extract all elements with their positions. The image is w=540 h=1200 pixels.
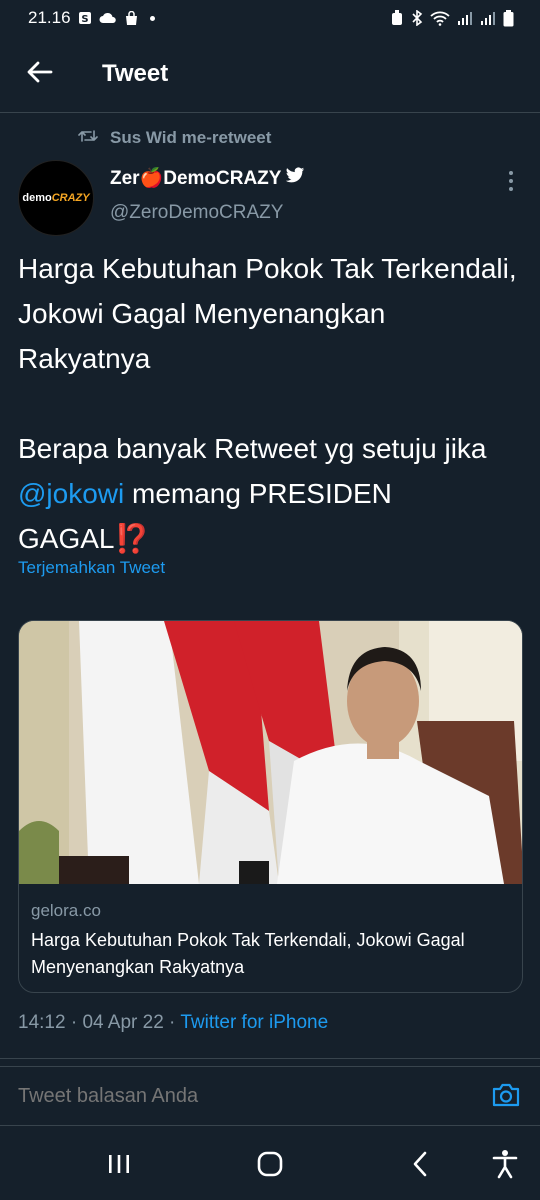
interrobang-emoji: ⁉️ [114,523,150,554]
home-icon [256,1150,284,1183]
shopping-bag-icon [124,10,139,26]
recent-apps-button[interactable] [99,1148,139,1184]
avatar-logo: demoCRAZY [22,191,90,204]
page-title: Tweet [102,60,169,87]
card-domain: gelora.co [31,901,101,920]
meta-separator: · [65,1012,83,1033]
status-right [390,9,514,27]
recent-apps-icon [107,1152,131,1181]
divider [0,1058,540,1059]
s-app-icon: S [78,11,92,25]
camera-icon [491,1082,521,1113]
card-title: Harga Kebutuhan Pokok Tak Terkendali, Jo… [31,930,465,977]
card-image [19,621,522,884]
avatar[interactable]: demoCRAZY [18,160,94,236]
clock: 21.16 [28,8,71,27]
accessibility-button[interactable] [485,1148,525,1184]
status-bar: 21.16 S [0,0,540,36]
meta-separator: · [163,1012,181,1033]
avatar-text-crazy: CRAZY [51,191,90,204]
reply-input[interactable] [18,1081,458,1111]
tweet-text: Harga Kebutuhan Pokok Tak Terkendali, Jo… [18,246,523,561]
status-left: 21.16 S [28,8,155,28]
mention-link[interactable]: @jokowi [18,478,124,509]
more-dot [509,187,513,191]
translate-tweet-link[interactable]: Terjemahkan Tweet [18,558,165,578]
tweet-line-2: Berapa banyak Retweet yg setuju jika @jo… [18,426,523,561]
author-handle[interactable]: @ZeroDemoCRAZY [110,202,283,224]
accessibility-icon [492,1149,518,1184]
retweet-context[interactable]: Sus Wid me-retweet [78,126,271,150]
more-options-button[interactable] [500,168,522,194]
cloud-icon [99,12,117,24]
nav-back-button[interactable] [400,1148,440,1184]
retweet-icon [78,128,98,149]
back-button[interactable] [20,54,60,94]
bluetooth-icon [411,10,423,26]
author-name[interactable]: Zer🍎DemoCRAZY [110,166,305,190]
tweet-line-1: Harga Kebutuhan Pokok Tak Terkendali, Jo… [18,253,517,374]
more-dot [509,171,513,175]
app-header: Tweet [0,36,540,113]
author-display-name: Zer🍎DemoCRAZY [110,168,282,189]
tweet-text-part: Berapa banyak Retweet yg setuju jika [18,433,487,464]
wifi-icon [430,10,450,26]
signal-icon [457,11,473,25]
tweet-time: 14:12 [18,1012,66,1033]
alarm-icon [390,10,404,26]
camera-button[interactable] [488,1081,524,1113]
reply-bar [0,1066,540,1126]
arrow-left-icon [27,61,53,88]
tweet-meta: 14:12 · 04 Apr 22 · Twitter for iPhone [18,1012,328,1034]
twitter-bird-icon [285,166,305,190]
system-nav-bar [0,1130,540,1200]
retweet-text: Sus Wid me-retweet [110,128,272,147]
dot-icon [149,15,155,21]
more-dot [509,179,513,183]
avatar-text-demo: demo [22,191,52,204]
tweet-source-link[interactable]: Twitter for iPhone [180,1012,328,1033]
tweet-date: 04 Apr 22 [82,1012,164,1033]
link-card[interactable]: gelora.co Harga Kebutuhan Pokok Tak Terk… [18,620,523,993]
battery-icon [503,9,514,27]
signal-icon [480,11,496,25]
home-button[interactable] [250,1148,290,1184]
back-icon [411,1151,429,1182]
svg-text:S: S [81,14,88,25]
